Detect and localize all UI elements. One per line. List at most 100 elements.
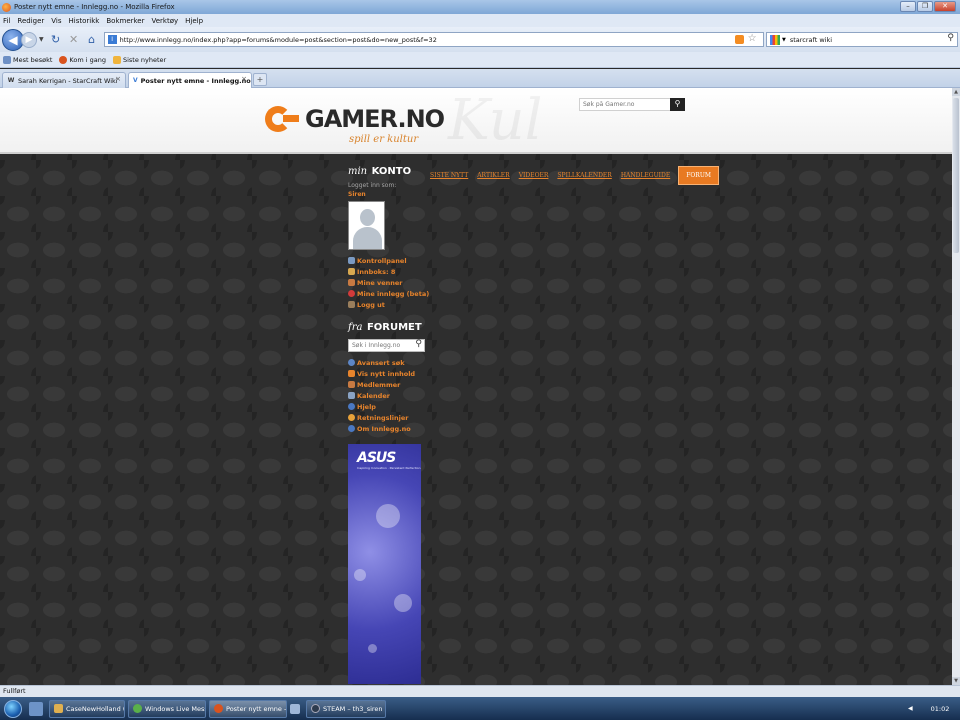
scrollbar-thumb[interactable] — [953, 98, 959, 253]
tab-strip: W Sarah Kerrigan - StarCraft Wiki - Sta.… — [0, 69, 960, 89]
search-icon[interactable]: ⚲ — [415, 339, 422, 349]
menu-history[interactable]: Historikk — [69, 17, 100, 25]
rss-icon — [112, 55, 121, 64]
bookmark-most-visited[interactable]: Mest besøkt — [3, 55, 52, 64]
ad-bokeh — [376, 504, 400, 528]
close-tab-icon[interactable]: × — [115, 75, 121, 83]
gamer-logo[interactable]: GAMER.NO spill er kultur — [265, 103, 445, 145]
bookmark-latest-news[interactable]: Siste nyheter — [112, 55, 166, 64]
account-links: Kontrollpanel Innboks: 8 Mine venner Min… — [348, 255, 430, 310]
nav-shopping-guide[interactable]: HANDLEGUIDE — [621, 172, 670, 179]
quicklaunch-icon[interactable] — [29, 701, 43, 716]
search-engine-dropdown[interactable]: ▼ — [782, 37, 786, 43]
wiki-favicon-icon: W — [7, 76, 15, 84]
menu-edit[interactable]: Rediger — [17, 17, 44, 25]
main-navigation: SISTE NYTT ARTIKLER VIDEOER SPILLKALENDE… — [430, 166, 720, 185]
ad-bokeh — [354, 569, 366, 581]
window-title: Poster nytt emne - Innlegg.no - Mozilla … — [14, 3, 175, 11]
search-icon[interactable]: ⚲ — [947, 33, 954, 43]
nav-forum[interactable]: FORUM — [678, 166, 720, 185]
link-new-content[interactable]: Vis nytt innhold — [348, 368, 430, 379]
windows-orb-icon — [4, 699, 22, 718]
menu-bookmarks[interactable]: Bokmerker — [106, 17, 144, 25]
logout-icon — [348, 301, 355, 308]
tab-starcraft-wiki[interactable]: W Sarah Kerrigan - StarCraft Wiki - Sta.… — [2, 72, 126, 88]
messenger-icon — [133, 704, 142, 713]
maximize-button[interactable]: ❐ — [917, 1, 933, 12]
minimize-button[interactable]: – — [900, 1, 916, 12]
history-dropdown[interactable]: ▼ — [39, 36, 44, 43]
logged-in-label: Logget inn som: — [348, 182, 397, 189]
firefox-icon — [59, 55, 68, 64]
tab-label: Sarah Kerrigan - StarCraft Wiki - Sta... — [18, 76, 118, 85]
tray-expand-icon[interactable]: ◀ — [908, 705, 913, 712]
link-inbox[interactable]: Innboks: 8 — [348, 266, 430, 277]
nav-latest-news[interactable]: SISTE NYTT — [430, 172, 468, 179]
link-calendar[interactable]: Kalender — [348, 390, 430, 401]
close-window-button[interactable]: ✕ — [934, 1, 956, 12]
site-search-input[interactable] — [580, 99, 668, 110]
avatar[interactable] — [348, 201, 385, 250]
forum-title: fra FORUMET — [348, 322, 430, 333]
page-viewport: Kul GAMER.NO spill er kultur ⚲ SISTE NYT… — [0, 88, 952, 685]
logo-mark-icon — [265, 103, 301, 135]
start-button[interactable] — [0, 698, 26, 720]
link-help[interactable]: Hjelp — [348, 401, 430, 412]
link-my-friends[interactable]: Mine venner — [348, 277, 430, 288]
link-members[interactable]: Medlemmer — [348, 379, 430, 390]
reload-icon[interactable]: ↻ — [48, 32, 64, 48]
nav-game-calendar[interactable]: SPILLKALENDER — [557, 172, 611, 179]
forum-search-input[interactable] — [349, 340, 411, 351]
star-icon[interactable]: ☆ — [748, 33, 757, 44]
menu-help[interactable]: Hjelp — [185, 17, 203, 25]
site-header: Kul GAMER.NO spill er kultur ⚲ — [0, 88, 952, 154]
tab-label: Poster nytt emne - Innlegg.no — [140, 77, 251, 85]
asus-ad-banner[interactable]: ASUS Inspiring Innovation · Persistent P… — [348, 444, 421, 684]
close-tab-icon[interactable]: × — [241, 75, 247, 83]
taskbar-item-firefox[interactable]: Poster nytt emne - Inn... — [209, 699, 287, 718]
clock[interactable]: 01:02 — [931, 705, 950, 713]
search-query[interactable]: starcraft wiki — [790, 36, 832, 44]
search-engine-icon[interactable] — [770, 34, 780, 45]
address-bar[interactable]: I http://www.innlegg.no/index.php?app=fo… — [103, 32, 772, 47]
search-icon[interactable]: ⚲ — [670, 98, 685, 111]
site-search: ⚲ — [579, 98, 685, 111]
search-icon — [348, 359, 355, 366]
link-guidelines[interactable]: Retningslinjer — [348, 412, 430, 423]
link-advanced-search[interactable]: Avansert søk — [348, 357, 430, 368]
url-text[interactable]: http://www.innlegg.no/index.php?app=foru… — [120, 36, 437, 44]
menu-view[interactable]: Vis — [51, 17, 61, 25]
username-link[interactable]: Siren — [348, 191, 430, 198]
stop-icon[interactable]: ✕ — [66, 32, 82, 48]
tab-new-post[interactable]: V Poster nytt emne - Innlegg.no × — [128, 72, 252, 89]
back-icon: ◀ — [8, 32, 18, 47]
forward-button[interactable]: ▶ — [21, 31, 37, 48]
calendar-icon — [348, 392, 355, 399]
link-my-posts[interactable]: Mine innlegg (beta) — [348, 288, 430, 299]
members-icon — [348, 381, 355, 388]
link-control-panel[interactable]: Kontrollpanel — [348, 255, 430, 266]
firefox-icon — [214, 704, 223, 713]
link-logout[interactable]: Logg ut — [348, 299, 430, 310]
menu-tools[interactable]: Verktøy — [152, 17, 179, 25]
ad-bokeh — [394, 594, 412, 612]
nav-articles[interactable]: ARTIKLER — [477, 172, 509, 179]
link-about[interactable]: Om Innlegg.no — [348, 423, 430, 434]
window-titlebar: Poster nytt emne - Innlegg.no - Mozilla … — [0, 0, 960, 14]
scroll-up-icon[interactable]: ▲ — [952, 88, 960, 96]
vertical-scrollbar[interactable]: ▲ ▼ — [952, 88, 960, 685]
guidelines-icon — [348, 414, 355, 421]
rss-icon[interactable] — [734, 35, 744, 44]
firefox-icon — [2, 2, 11, 12]
search-bar[interactable]: ▼ starcraft wiki ⚲ — [766, 32, 958, 47]
menu-file[interactable]: Fil — [3, 17, 10, 25]
taskbar-item-steam[interactable]: STEAM – th3_siren — [306, 699, 386, 718]
scroll-down-icon[interactable]: ▼ — [952, 677, 960, 685]
bookmark-getting-started[interactable]: Kom i gang — [59, 55, 106, 64]
home-icon[interactable]: ⌂ — [84, 32, 100, 48]
taskbar-group-icon[interactable] — [290, 703, 300, 714]
taskbar-item-casenewholland[interactable]: CaseNewHolland (O... — [49, 699, 125, 718]
taskbar-item-messenger[interactable]: Windows Live Messe... — [128, 699, 206, 718]
new-tab-button[interactable]: + — [253, 73, 267, 86]
nav-videos[interactable]: VIDEOER — [519, 172, 549, 179]
